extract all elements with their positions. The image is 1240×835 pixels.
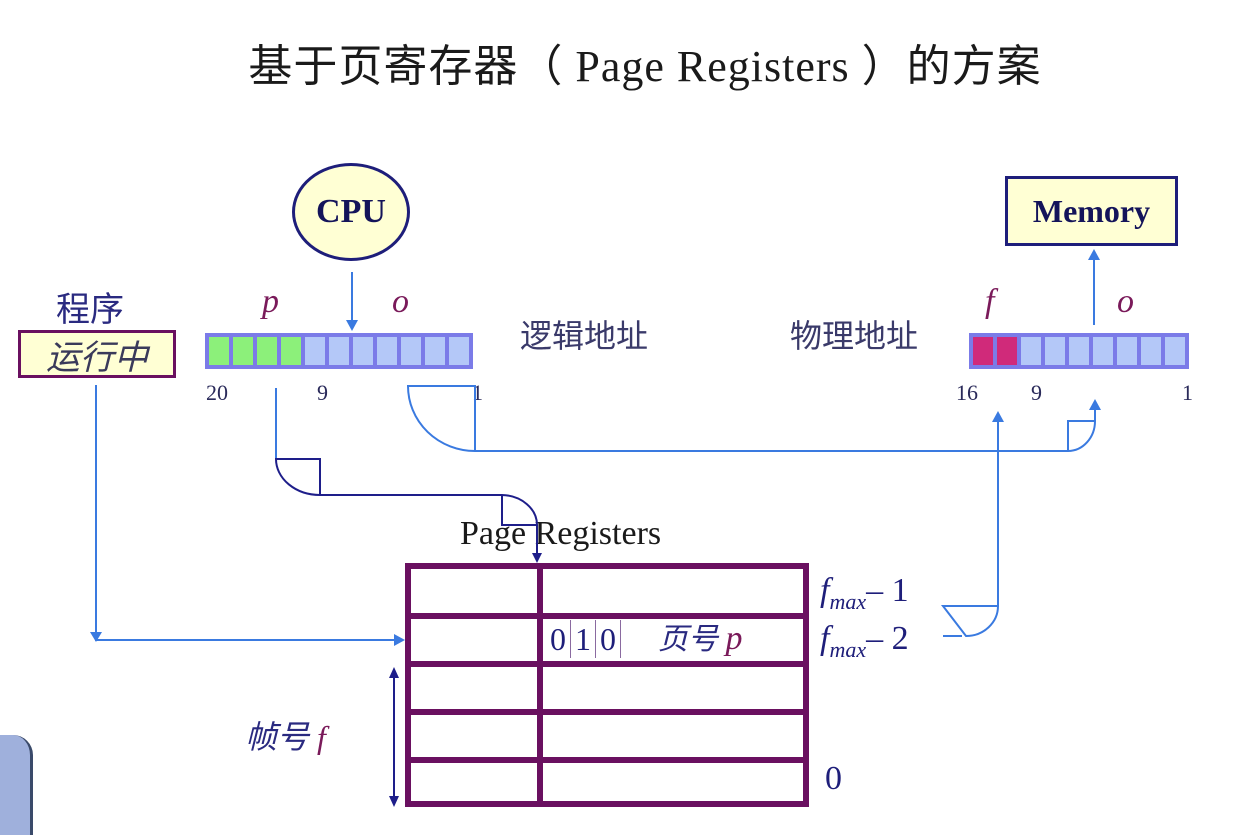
arrowhead-icon xyxy=(1088,249,1100,260)
arrowhead-icon xyxy=(394,634,405,646)
arrowhead-icon xyxy=(346,320,358,331)
connector-layer xyxy=(90,249,1101,807)
page-field-to-registers-path xyxy=(274,388,542,563)
program-to-table-arrow xyxy=(90,385,405,646)
frame-number-range-arrow xyxy=(389,667,399,807)
frame-to-physical-path xyxy=(940,411,1004,638)
arrowhead-icon xyxy=(389,667,399,678)
cpu-to-logical-arrow xyxy=(346,272,358,331)
arrowhead-icon xyxy=(389,796,399,807)
arrowhead-icon xyxy=(532,553,542,563)
physical-to-memory-arrow xyxy=(1088,249,1100,325)
arrowhead-icon xyxy=(1089,399,1101,410)
arrowhead-icon xyxy=(992,411,1004,422)
